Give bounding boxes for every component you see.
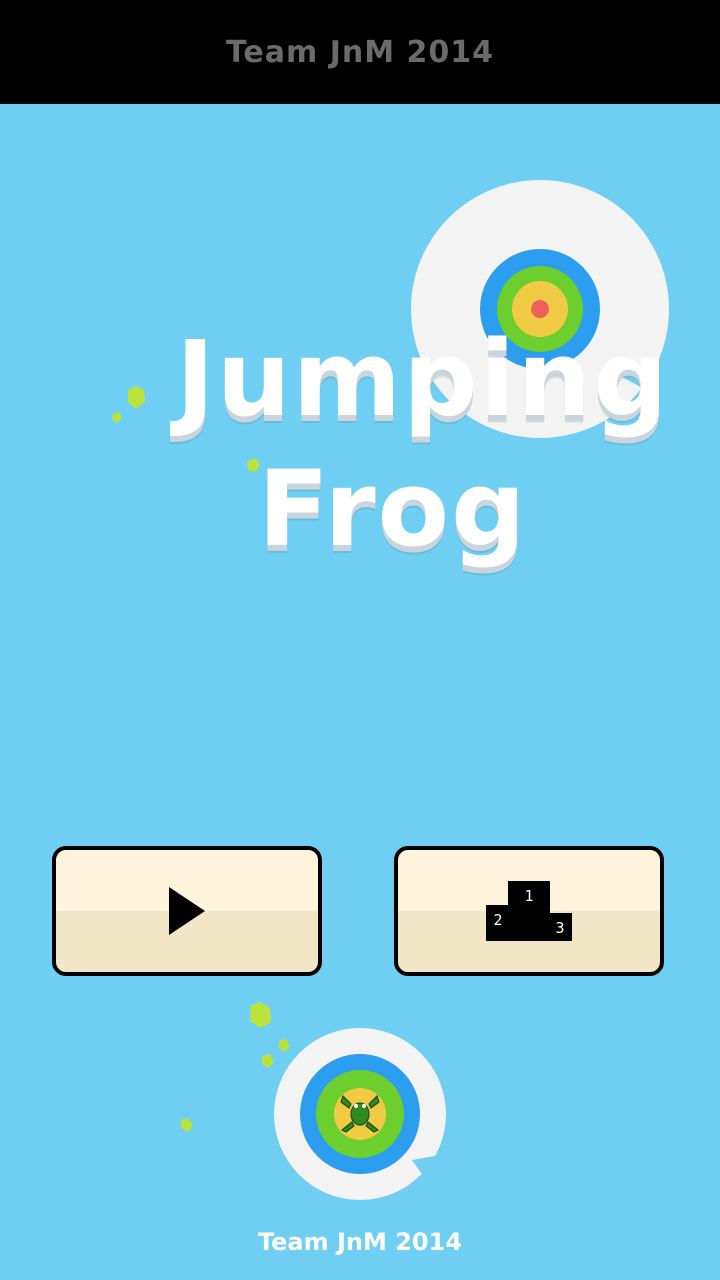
lilypad-icon — [112, 412, 122, 423]
lilypad-icon — [279, 1039, 290, 1052]
game-title-line2: Frog — [258, 448, 528, 570]
leaderboard-button[interactable]: 1 2 3 — [394, 846, 664, 976]
target-decoration-large — [112, 180, 669, 1200]
footer-credit: Team JnM 2014 — [257, 1228, 463, 1256]
play-button[interactable] — [52, 846, 322, 976]
lilypad-icon — [181, 1118, 193, 1132]
lilypad-icon — [128, 386, 145, 409]
frog-target-icon — [274, 1028, 446, 1200]
podium-place-2: 2 — [493, 911, 502, 929]
game-title-line1: Jumping — [176, 318, 670, 440]
podium-place-1: 1 — [524, 887, 533, 905]
lilypad-icon — [250, 1002, 271, 1028]
podium-place-3: 3 — [555, 919, 564, 937]
play-icon — [169, 887, 205, 935]
lilypad-icon — [262, 1054, 274, 1068]
podium-icon: 1 2 3 — [486, 881, 572, 941]
